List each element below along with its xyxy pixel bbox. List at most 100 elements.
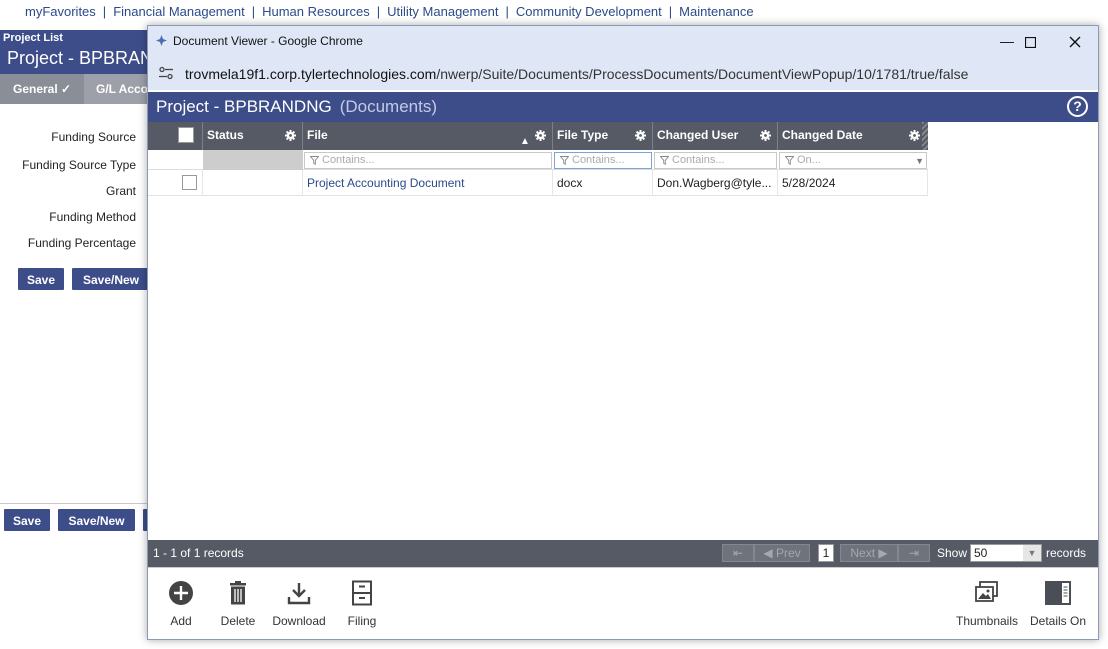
changed-date-filter-input[interactable]: On... ▼ xyxy=(779,152,927,169)
column-label-status: Status xyxy=(207,128,244,142)
row-checkbox[interactable] xyxy=(182,175,197,190)
url-text[interactable]: trovmela19f1.corp.tylertechnologies.com/… xyxy=(185,66,968,82)
url-host: trovmela19f1.corp.tylertechnologies.com xyxy=(185,66,437,82)
add-icon xyxy=(169,581,193,605)
gear-icon[interactable] xyxy=(760,130,771,141)
row-select-cell xyxy=(148,170,203,196)
thumbnails-icon xyxy=(975,581,998,602)
records-label: records xyxy=(1046,546,1087,560)
funding-source-type-label: Funding Source Type xyxy=(22,158,136,172)
details-view-icon xyxy=(1045,581,1071,605)
show-label: Show xyxy=(937,546,968,560)
gear-icon[interactable] xyxy=(635,130,646,141)
download-button[interactable]: Download xyxy=(270,580,328,628)
filter-icon xyxy=(560,156,569,165)
cell-file-link[interactable]: Project Accounting Document xyxy=(303,170,553,196)
page-number[interactable]: 1 xyxy=(818,544,834,562)
record-count: 1 - 1 of 1 records xyxy=(153,546,244,560)
background-page-title: Project - BPBRAN xyxy=(7,48,154,68)
funding-source-label: Funding Source xyxy=(51,130,136,144)
maximize-icon[interactable] xyxy=(1007,26,1053,56)
chevron-down-icon[interactable]: ▼ xyxy=(1023,545,1041,561)
download-label: Download xyxy=(272,614,326,628)
funding-method-label: Funding Method xyxy=(49,210,136,224)
changed-user-filter-input[interactable]: Contains... xyxy=(654,152,777,169)
gear-icon[interactable] xyxy=(285,130,296,141)
column-label-file: File xyxy=(307,128,328,142)
background-page-header: Project List Project - BPBRAN xyxy=(0,30,160,74)
chevron-down-icon[interactable]: ▼ xyxy=(915,154,924,168)
nav-human-resources[interactable]: Human Resources xyxy=(262,4,370,19)
page-size-value: 50 xyxy=(974,546,988,560)
window-titlebar[interactable]: Document Viewer - Google Chrome — xyxy=(148,26,1098,56)
add-label: Add xyxy=(170,614,192,628)
nav-utility-management[interactable]: Utility Management xyxy=(387,4,498,19)
column-resize-handle[interactable] xyxy=(922,122,928,150)
file-type-filter-input[interactable]: Contains... xyxy=(554,152,652,169)
nav-myfavorites[interactable]: myFavorites xyxy=(25,4,96,19)
first-page-icon[interactable]: ⇤ xyxy=(722,544,754,562)
top-navigation: myFavorites | Financial Management | Human R… xyxy=(0,0,1108,24)
help-icon[interactable]: ? xyxy=(1067,96,1088,117)
file-type-filter-placeholder: Contains... xyxy=(572,154,625,166)
save-new-button-bottom[interactable]: Save/New xyxy=(58,509,135,531)
thumbnails-label: Thumbnails xyxy=(955,614,1019,628)
changed-user-filter-placeholder: Contains... xyxy=(672,154,725,166)
select-all-checkbox[interactable] xyxy=(178,127,194,143)
add-button[interactable]: Add xyxy=(163,580,199,628)
url-path: /nwerp/Suite/Documents/ProcessDocuments/… xyxy=(436,66,969,82)
delete-label: Delete xyxy=(220,614,256,628)
grid-filter-row: Contains... Contains... Contains... On..… xyxy=(148,150,928,170)
grid-header-row: Status File ▲ File Type Changed User Cha… xyxy=(148,122,928,150)
nav-community-development[interactable]: Community Development xyxy=(516,4,662,19)
nav-financial-management[interactable]: Financial Management xyxy=(113,4,245,19)
column-header-status[interactable]: Status xyxy=(203,122,303,150)
next-label: Next xyxy=(850,546,876,560)
nav-separator: | xyxy=(505,4,509,19)
background-tabs: General ✓ G/L Acco xyxy=(0,74,160,104)
file-filter-input[interactable]: Contains... xyxy=(304,152,552,169)
nav-maintenance[interactable]: Maintenance xyxy=(679,4,753,19)
filing-label: Filing xyxy=(347,614,377,628)
column-header-changed-user[interactable]: Changed User xyxy=(653,122,778,150)
page-size-select[interactable]: 50 ▼ xyxy=(970,544,1042,562)
thumbnails-button[interactable]: Thumbnails xyxy=(954,580,1020,628)
column-label-file-type: File Type xyxy=(557,128,609,142)
column-label-changed-user: Changed User xyxy=(657,128,739,142)
next-page-button[interactable]: Next ▶ xyxy=(840,544,898,562)
column-header-changed-date[interactable]: Changed Date xyxy=(778,122,928,150)
window-title: Document Viewer - Google Chrome xyxy=(173,34,363,48)
gear-icon[interactable] xyxy=(909,130,920,141)
details-on-button[interactable]: Details On xyxy=(1028,580,1088,628)
cell-file-type: docx xyxy=(553,170,653,196)
funding-percentage-label: Funding Percentage xyxy=(27,236,136,250)
column-header-file-type[interactable]: File Type xyxy=(553,122,653,150)
filing-cabinet-icon xyxy=(352,580,372,606)
nav-separator: | xyxy=(376,4,381,19)
grid-pager: 1 - 1 of 1 records ⇤ ◀ Prev 1 Next ▶ ⇥ S… xyxy=(148,540,1098,567)
table-row[interactable]: Project Accounting Document docx Don.Wag… xyxy=(148,170,928,196)
close-icon[interactable] xyxy=(1052,26,1098,56)
app-icon xyxy=(156,35,167,46)
prev-page-button[interactable]: ◀ Prev xyxy=(754,544,810,562)
status-filter-disabled xyxy=(203,150,303,170)
document-viewer-window: Document Viewer - Google Chrome — trovme… xyxy=(147,25,1099,640)
cell-changed-user: Don.Wagberg@tyle... xyxy=(653,170,778,196)
tab-general[interactable]: General ✓ xyxy=(0,74,85,104)
page-title-text: Project - BPBRANDNG xyxy=(156,97,332,116)
save-button[interactable]: Save xyxy=(18,268,64,290)
column-header-file[interactable]: File ▲ xyxy=(303,122,553,150)
document-page-header: Project - BPBRANDNG (Documents) ? xyxy=(148,92,1098,122)
nav-separator: | xyxy=(102,4,107,19)
save-button-bottom[interactable]: Save xyxy=(4,509,50,531)
address-bar[interactable]: trovmela19f1.corp.tylertechnologies.com/… xyxy=(148,56,1098,90)
download-icon xyxy=(287,583,311,605)
breadcrumb[interactable]: Project List xyxy=(3,32,63,44)
filing-button[interactable]: Filing xyxy=(342,580,382,628)
gear-icon[interactable] xyxy=(535,130,546,141)
delete-button[interactable]: Delete xyxy=(218,580,258,628)
prev-label: Prev xyxy=(775,546,801,560)
last-page-icon[interactable]: ⇥ xyxy=(898,544,930,562)
save-new-button[interactable]: Save/New xyxy=(72,268,150,290)
site-info-icon[interactable] xyxy=(158,66,174,80)
